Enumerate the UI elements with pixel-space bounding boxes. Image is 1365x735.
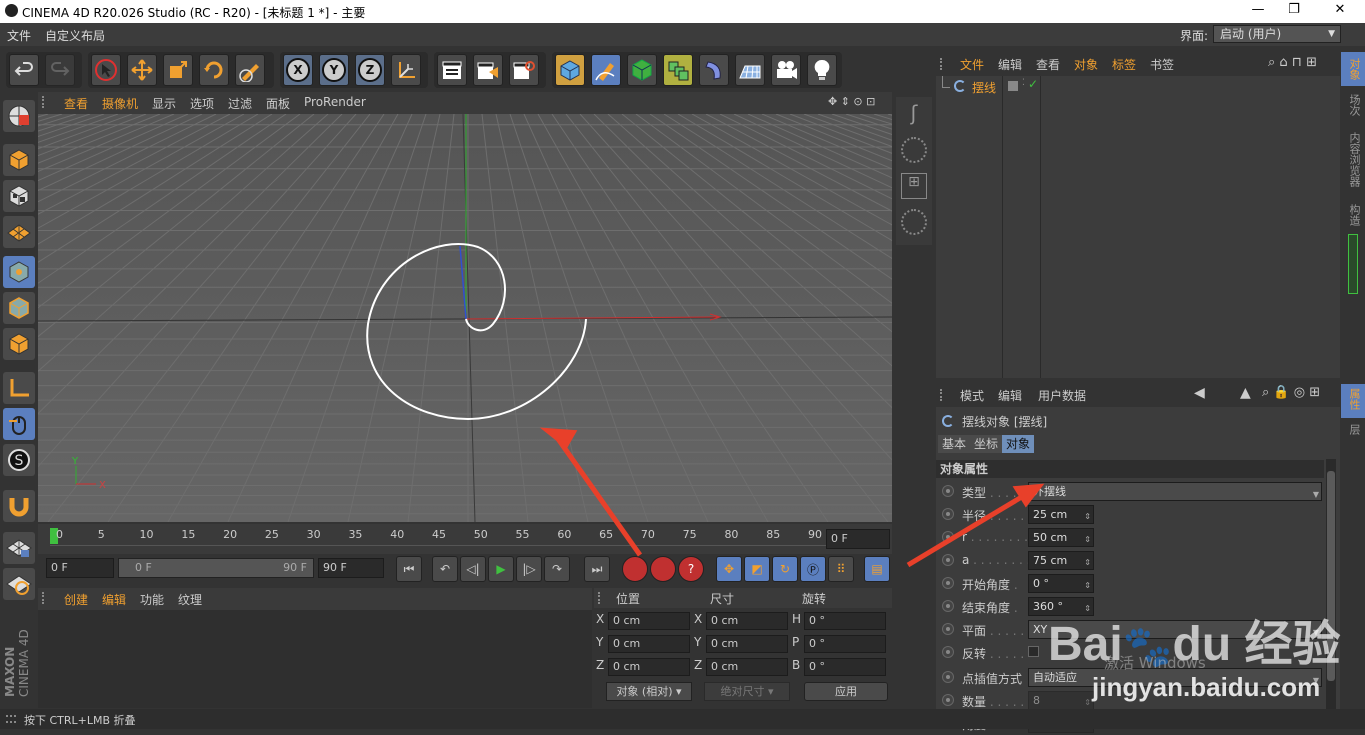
baidu-jingyan-url: jingyan.baidu.com xyxy=(1092,672,1321,702)
activate-windows-watermark: 激活 Windows xyxy=(1104,654,1206,672)
